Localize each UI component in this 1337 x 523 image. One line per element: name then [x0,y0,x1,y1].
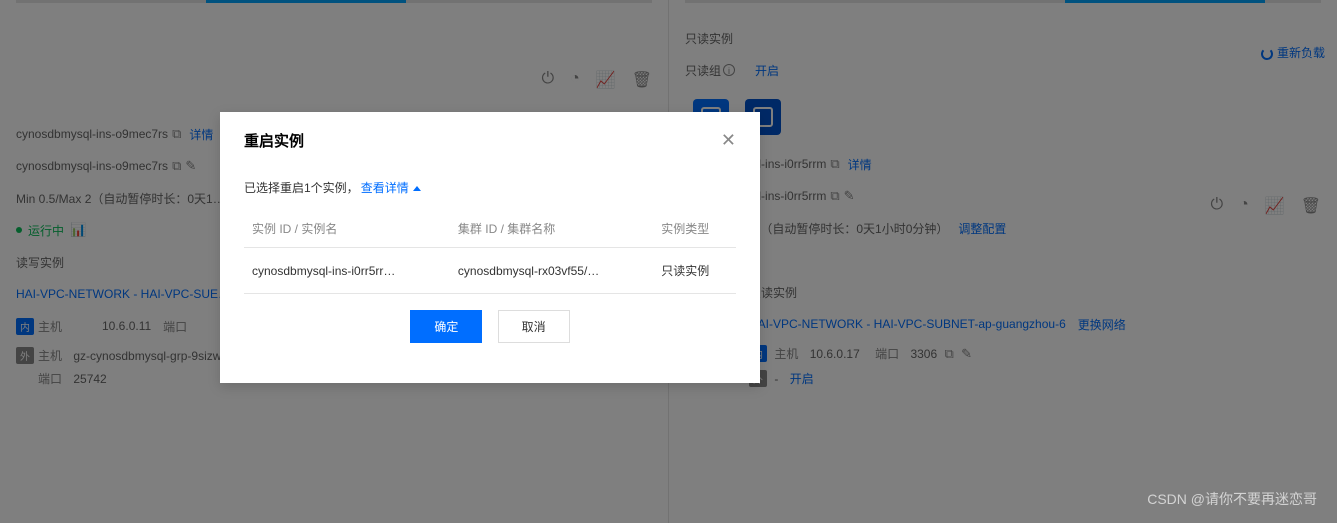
confirm-button[interactable]: 确定 [410,310,482,343]
td-instance: cynosdbmysql-ins-i0rr5rr… [244,248,450,294]
td-cluster: cynosdbmysql-rx03vf55/… [450,248,653,294]
cancel-button[interactable]: 取消 [498,310,570,343]
modal-subtitle: 已选择重启1个实例， [244,181,359,195]
watermark: CSDN @请你不要再迷恋哥 [1147,489,1317,509]
table-row: cynosdbmysql-ins-i0rr5rr… cynosdbmysql-r… [244,248,736,294]
th-type: 实例类型 [653,210,736,248]
close-icon[interactable]: ✕ [721,130,736,151]
instance-table: 实例 ID / 实例名 集群 ID / 集群名称 实例类型 cynosdbmys… [244,210,736,294]
th-cluster: 集群 ID / 集群名称 [450,210,653,248]
view-detail-link[interactable]: 查看详情 [361,181,409,195]
modal-title: 重启实例 [244,130,304,151]
caret-up-icon [413,186,421,191]
td-type: 只读实例 [653,248,736,294]
th-instance: 实例 ID / 实例名 [244,210,450,248]
restart-modal: 重启实例 ✕ 已选择重启1个实例，查看详情 实例 ID / 实例名 集群 ID … [220,112,760,383]
